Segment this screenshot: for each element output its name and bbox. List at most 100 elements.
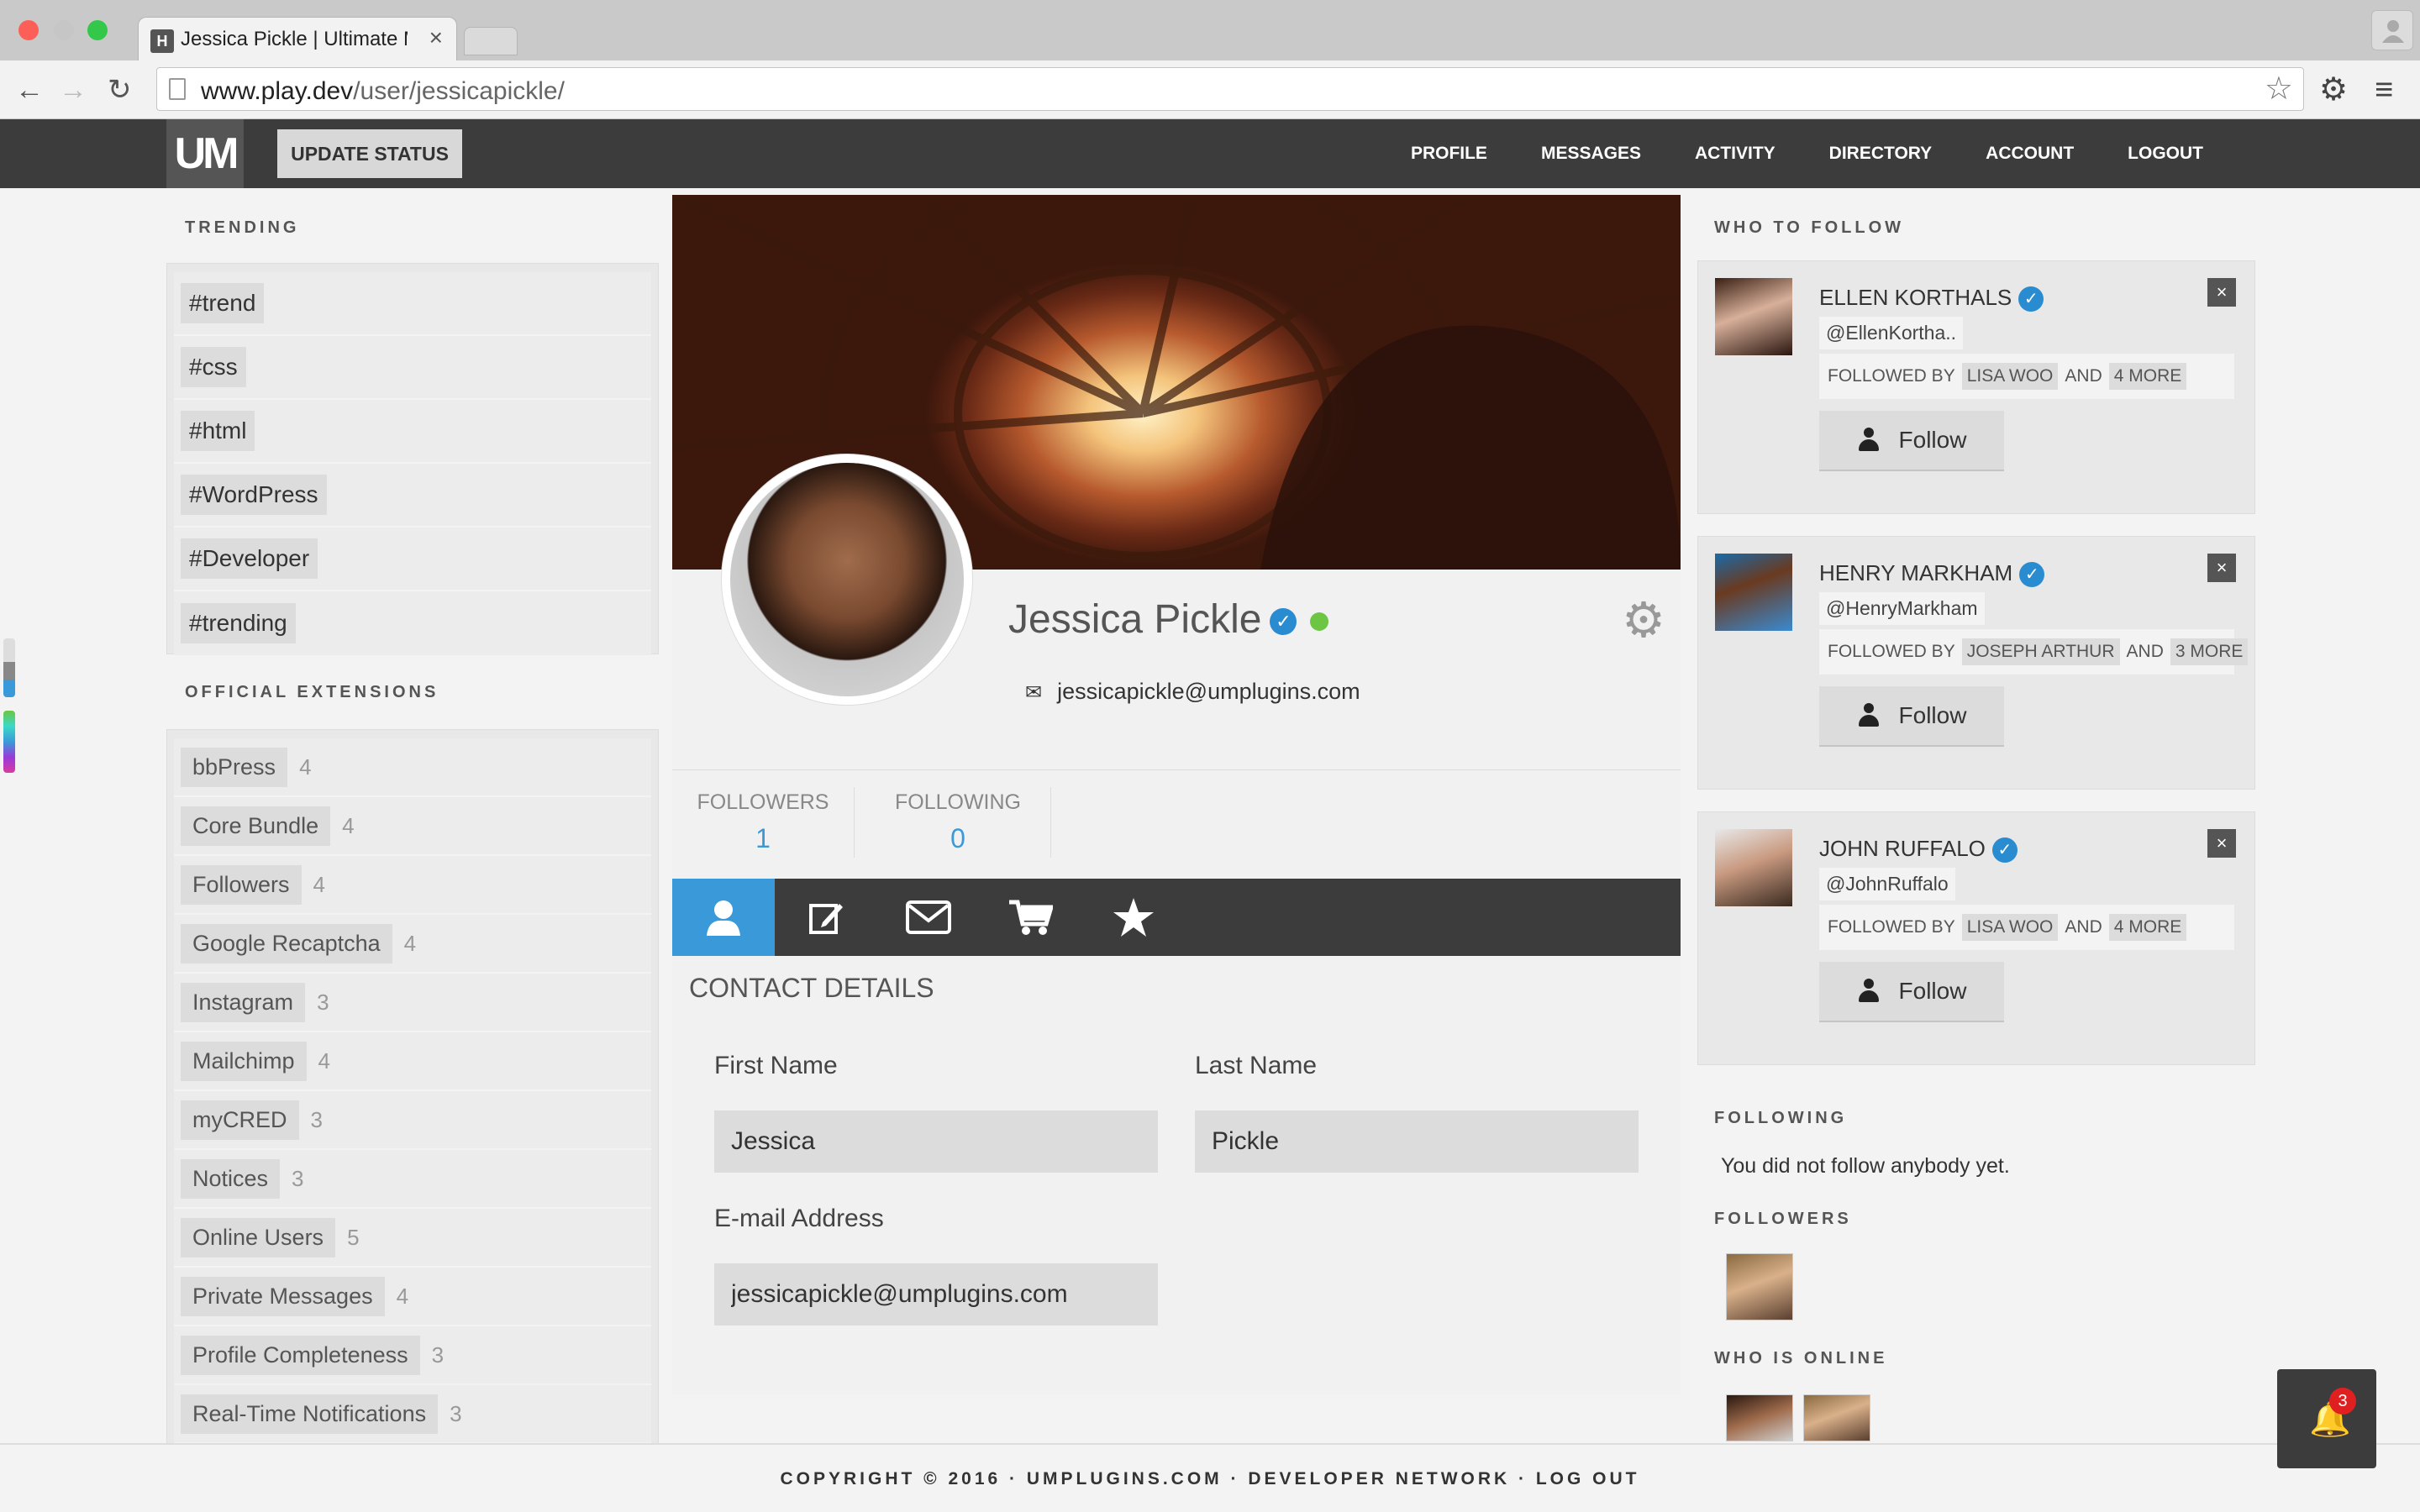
tab-messages[interactable] [877,879,980,956]
side-toolbar-colors[interactable] [3,711,15,773]
nav-profile[interactable]: PROFILE [1384,119,1514,188]
extension-count: 4 [342,812,355,838]
tab-posts[interactable] [775,879,877,956]
suggested-user-handle: @JohnRuffalo [1819,868,1955,900]
profile-name: Jessica Pickle [1008,597,1262,642]
trend-tag[interactable]: #css [181,347,246,387]
follower-avatar[interactable] [1726,1253,1793,1320]
online-user-avatar[interactable] [1803,1394,1870,1441]
site-footer: COPYRIGHT © 2016 · UMPLUGINS.COM · DEVEL… [0,1443,2420,1512]
extension-tag[interactable]: Google Recaptcha [181,923,392,963]
side-toolbar-top[interactable] [3,638,15,697]
followed-by-more[interactable]: 4 MORE [2108,363,2187,390]
online-user-avatar[interactable] [1726,1394,1793,1441]
list-item: Google Recaptcha 4 [174,915,651,974]
trend-tag[interactable]: #html [181,411,255,451]
menu-icon[interactable]: ≡ [2375,74,2393,106]
nav-logout[interactable]: LOGOUT [2101,119,2230,188]
nav-directory[interactable]: DIRECTORY [1802,119,1960,188]
following-stat[interactable]: FOLLOWING 0 [867,790,1049,854]
dismiss-close-icon[interactable]: × [2207,829,2236,858]
follow-suggestion-card: HENRY MARKHAM ✓ @HenryMarkham × FOLLOWED … [1697,536,2255,790]
verified-check-icon: ✓ [2019,562,2045,588]
verified-check-icon: ✓ [1991,837,2018,864]
reload-icon[interactable]: ↻ [108,76,132,104]
extension-count: 4 [299,753,312,780]
suggested-user-name[interactable]: JOHN RUFFALO ✓ [1819,836,2018,864]
close-tab-icon[interactable]: × [429,24,443,51]
extension-tag[interactable]: Notices [181,1158,281,1199]
avatar[interactable] [1715,554,1792,631]
notifications-button[interactable]: 🔔 3 [2277,1369,2376,1468]
dismiss-close-icon[interactable]: × [2207,278,2236,307]
trend-tag[interactable]: #WordPress [181,475,327,515]
url-text[interactable]: www.play.dev/user/jessicapickle/ [201,77,565,106]
forward-arrow-icon[interactable]: → [59,76,87,104]
suggested-user-handle: @HenryMarkham [1819,592,1985,625]
suggested-user-name[interactable]: ELLEN KORTHALS ✓ [1819,285,2044,312]
browser-tab[interactable]: H Jessica Pickle | Ultimate M × [138,17,457,60]
extension-tag[interactable]: myCRED [181,1100,299,1140]
avatar[interactable] [1715,829,1792,906]
extension-tag[interactable]: Profile Completeness [181,1335,420,1375]
tab-profile[interactable] [672,879,775,956]
edit-icon [809,904,843,934]
email-label: E-mail Address [714,1205,884,1232]
follow-button[interactable]: Follow [1819,962,2004,1022]
list-item: #Developer [174,528,651,591]
cart-icon [1009,900,1053,935]
follow-button[interactable]: Follow [1819,411,2004,471]
followed-by-user[interactable]: LISA WOO [1961,914,2059,941]
extension-tag[interactable]: Online Users [181,1217,336,1257]
bookmark-star-icon[interactable]: ☆ [2265,73,2293,105]
update-status-button[interactable]: UPDATE STATUS [277,129,462,178]
tab-favorites[interactable] [1082,879,1185,956]
extension-tag[interactable]: Real-Time Notifications [181,1394,439,1434]
zoom-window-button[interactable] [87,20,108,40]
extension-tag[interactable]: Mailchimp [181,1041,307,1081]
new-tab-button[interactable] [464,27,518,55]
address-bar[interactable]: www.play.dev/user/jessicapickle/ ☆ [156,67,2304,111]
list-item: Mailchimp 4 [174,1032,651,1091]
avatar[interactable] [1715,278,1792,355]
email-field[interactable] [714,1263,1158,1326]
followed-by-more[interactable]: 3 MORE [2170,638,2249,665]
nav-activity[interactable]: ACTIVITY [1668,119,1802,188]
close-window-button[interactable] [18,20,39,40]
nav-account[interactable]: ACCOUNT [1959,119,2101,188]
trend-tag[interactable]: #Developer [181,538,318,579]
extension-tag[interactable]: Core Bundle [181,806,331,846]
tab-purchases[interactable] [980,879,1082,956]
followed-by-row: FOLLOWED BY LISA WOO AND 4 MORE [1819,354,2234,399]
dismiss-close-icon[interactable]: × [2207,554,2236,582]
trend-tag[interactable]: #trending [181,603,296,643]
extensions-heading: OFFICIAL EXTENSIONS [185,683,439,701]
followed-by-more[interactable]: 4 MORE [2108,914,2187,941]
nav-messages[interactable]: MESSAGES [1514,119,1668,188]
profile-avatar[interactable] [721,454,973,706]
extension-tag[interactable]: Private Messages [181,1276,385,1316]
trend-tag[interactable]: #trend [181,283,265,323]
browser-profile-button[interactable] [2371,10,2413,50]
back-arrow-icon[interactable]: ← [15,76,44,104]
suggested-user-name[interactable]: HENRY MARKHAM ✓ [1819,560,2045,588]
site-logo[interactable]: UM [166,119,244,188]
followed-by-user[interactable]: LISA WOO [1961,363,2059,390]
extensions-list: bbPress 4 Core Bundle 4 Followers 4 Google … [166,729,659,1452]
verified-check-icon: ✓ [2018,286,2044,312]
extension-tag[interactable]: bbPress [181,747,288,787]
profile-settings-gear-icon[interactable]: ⚙ [1622,596,1665,645]
followers-stat[interactable]: FOLLOWERS 1 [672,790,854,854]
extension-tag[interactable]: Instagram [181,982,306,1022]
minimize-window-button[interactable] [54,20,74,40]
settings-gear-icon[interactable]: ⚙ [2319,74,2348,106]
following-empty-text: You did not follow anybody yet. [1721,1154,2010,1178]
followed-by-user[interactable]: JOSEPH ARTHUR [1961,638,2120,665]
profile-main: Jessica Pickle ✓ ⚙ ✉ jessicapickle@umplugi… [672,195,1681,1394]
extension-tag[interactable]: Followers [181,864,302,905]
profile-email[interactable]: jessicapickle@umplugins.com [1057,679,1360,704]
follow-button[interactable]: Follow [1819,686,2004,747]
last-name-field[interactable] [1195,1110,1639,1173]
list-item: Online Users 5 [174,1209,651,1268]
first-name-field[interactable] [714,1110,1158,1173]
